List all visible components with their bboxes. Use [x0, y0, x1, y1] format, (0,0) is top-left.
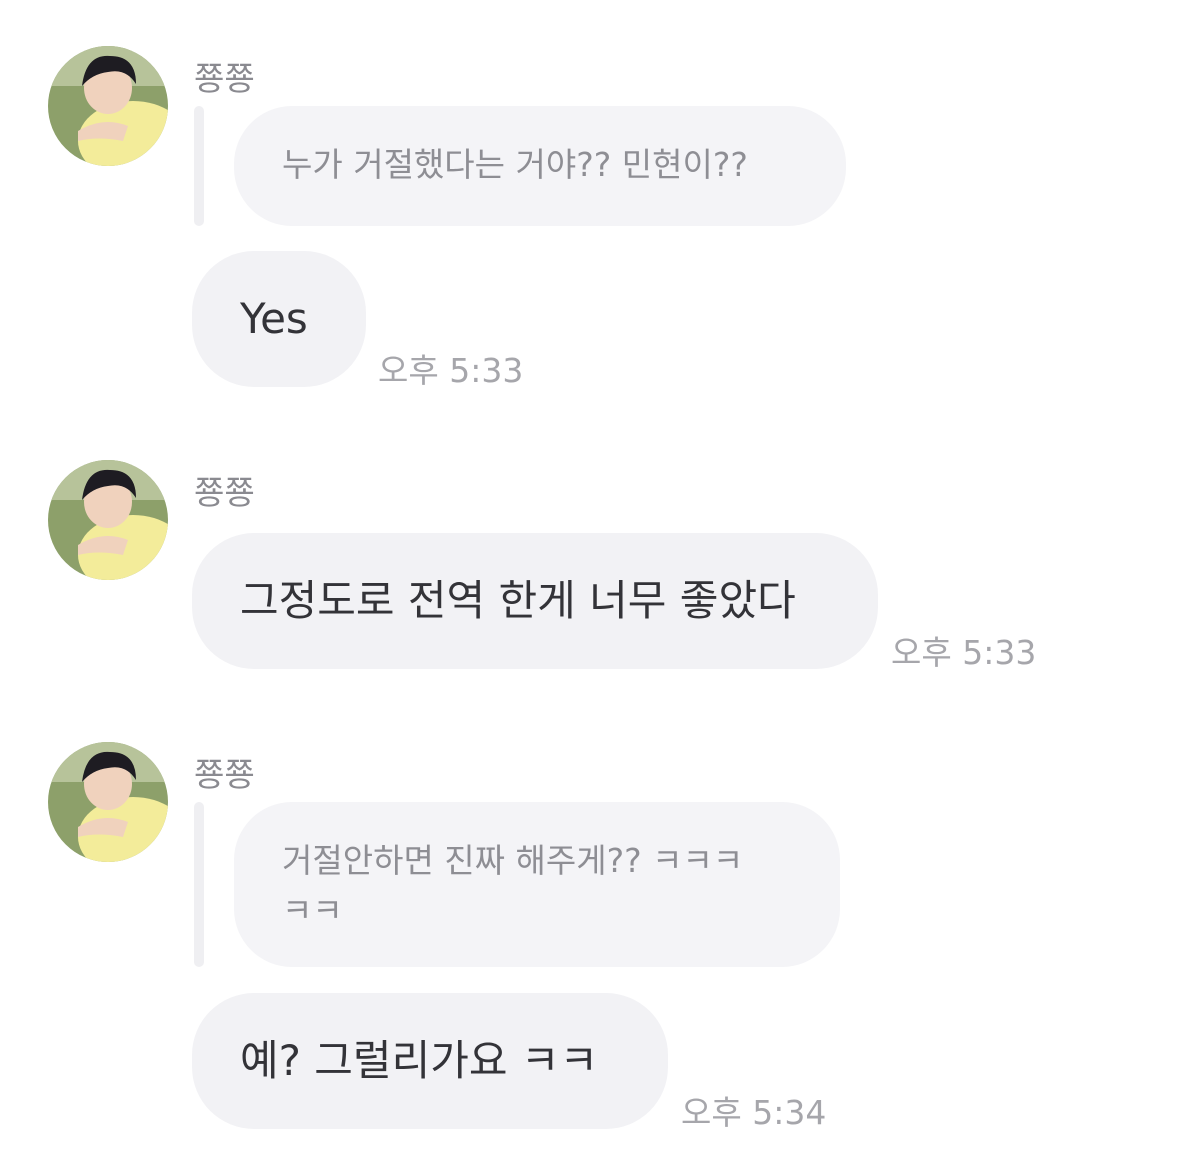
quoted-text-line-2: ㅋㅋ	[282, 891, 343, 930]
timestamp: 오후 5:34	[681, 1093, 827, 1132]
sender-name: 쭁쭁	[194, 473, 255, 512]
quoted-message[interactable]: 거절안하면 진짜 해주게?? ㅋㅋㅋ ㅋㅋ	[234, 802, 840, 967]
quote-bar	[194, 802, 204, 967]
message-text: 예? 그럴리가요 ㅋㅋ	[240, 1036, 599, 1085]
timestamp: 오후 5:33	[378, 351, 524, 390]
quoted-message[interactable]: 누가 거절했다는 거야?? 민현이??	[234, 106, 846, 226]
message-bubble[interactable]: 그정도로 전역 한게 너무 좋았다	[192, 533, 878, 669]
quote-bar	[194, 106, 204, 226]
timestamp: 오후 5:33	[891, 633, 1037, 672]
sender-name: 쭁쭁	[194, 59, 255, 98]
sender-name: 쭁쭁	[194, 755, 255, 794]
profile-photo-icon	[48, 742, 168, 862]
profile-photo-icon	[48, 460, 168, 580]
profile-photo-icon	[48, 46, 168, 166]
message-text: 그정도로 전역 한게 너무 좋았다	[240, 576, 796, 625]
message-text: Yes	[240, 294, 308, 343]
message-bubble[interactable]: Yes	[192, 251, 366, 387]
quoted-text: 누가 거절했다는 거야?? 민현이??	[282, 145, 748, 184]
message-bubble[interactable]: 예? 그럴리가요 ㅋㅋ	[192, 993, 668, 1129]
avatar[interactable]	[48, 742, 168, 862]
avatar[interactable]	[48, 460, 168, 580]
avatar[interactable]	[48, 46, 168, 166]
quoted-text-line-1: 거절안하면 진짜 해주게?? ㅋㅋㅋ	[282, 841, 744, 880]
